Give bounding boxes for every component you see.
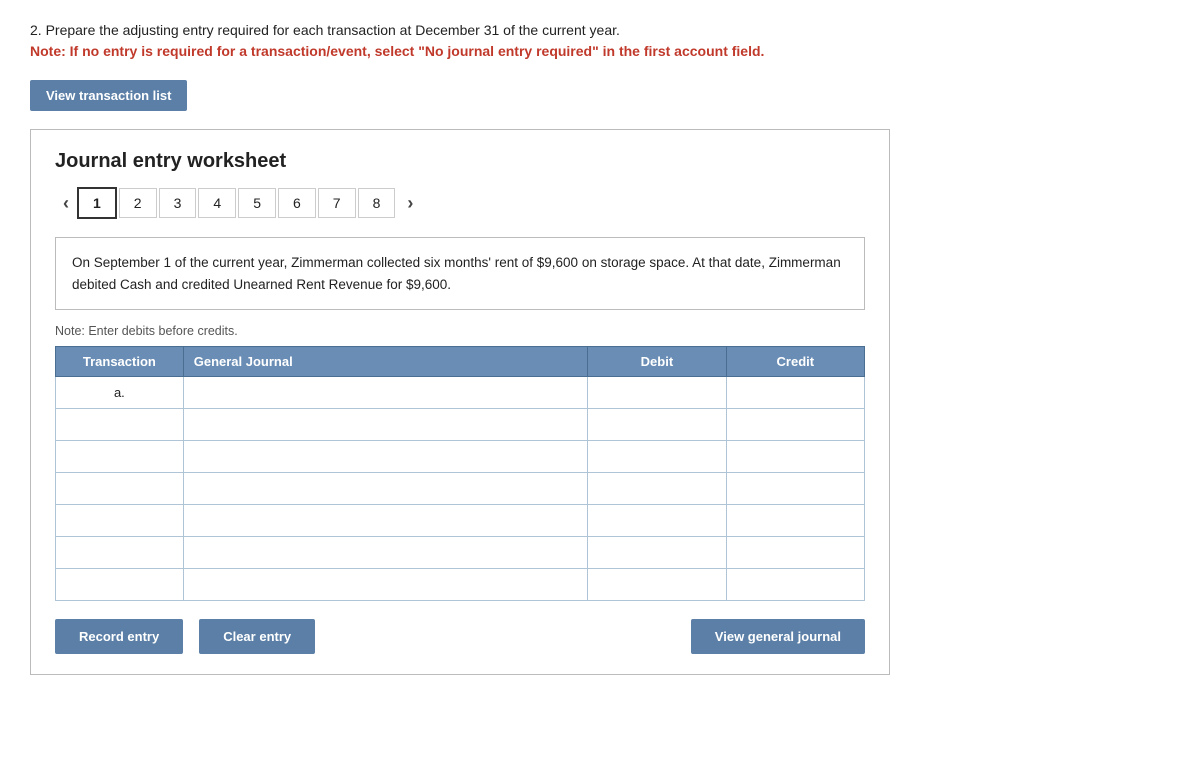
- transaction-label-5: [56, 505, 184, 537]
- clear-entry-button[interactable]: Clear entry: [199, 619, 315, 654]
- table-row: [56, 537, 865, 569]
- table-row: [56, 441, 865, 473]
- credit-input-7[interactable]: [727, 569, 864, 600]
- debit-cell-2[interactable]: [588, 409, 726, 441]
- tab-8[interactable]: 8: [358, 188, 396, 218]
- tab-6[interactable]: 6: [278, 188, 316, 218]
- credit-cell-5[interactable]: [726, 505, 864, 537]
- note-text: Note: Enter debits before credits.: [55, 324, 865, 338]
- credit-cell-2[interactable]: [726, 409, 864, 441]
- tab-5[interactable]: 5: [238, 188, 276, 218]
- table-row: [56, 505, 865, 537]
- instruction-line2: Note: If no entry is required for a tran…: [30, 41, 1170, 62]
- credit-input-5[interactable]: [727, 505, 864, 536]
- debit-input-6[interactable]: [588, 537, 725, 568]
- debit-cell-1[interactable]: [588, 377, 726, 409]
- col-header-debit: Debit: [588, 347, 726, 377]
- journal-table: Transaction General Journal Debit Credit…: [55, 346, 865, 601]
- journal-input-2[interactable]: [184, 409, 588, 440]
- debit-cell-5[interactable]: [588, 505, 726, 537]
- transaction-label-a: a.: [56, 377, 184, 409]
- credit-input-3[interactable]: [727, 441, 864, 472]
- journal-cell-3[interactable]: [183, 441, 588, 473]
- record-entry-button[interactable]: Record entry: [55, 619, 183, 654]
- journal-cell-4[interactable]: [183, 473, 588, 505]
- credit-cell-6[interactable]: [726, 537, 864, 569]
- journal-input-4[interactable]: [184, 473, 588, 504]
- transaction-label-2: [56, 409, 184, 441]
- credit-cell-3[interactable]: [726, 441, 864, 473]
- col-header-credit: Credit: [726, 347, 864, 377]
- journal-input-7[interactable]: [184, 569, 588, 600]
- tab-1[interactable]: 1: [77, 187, 117, 219]
- tab-2[interactable]: 2: [119, 188, 157, 218]
- debit-cell-7[interactable]: [588, 569, 726, 601]
- worksheet-title: Journal entry worksheet: [55, 150, 865, 173]
- worksheet-container: Journal entry worksheet ‹ 1 2 3 4 5 6 7 …: [30, 129, 890, 675]
- credit-cell-7[interactable]: [726, 569, 864, 601]
- credit-input-1[interactable]: [727, 377, 864, 408]
- tab-4[interactable]: 4: [198, 188, 236, 218]
- journal-cell-5[interactable]: [183, 505, 588, 537]
- journal-cell-6[interactable]: [183, 537, 588, 569]
- debit-input-4[interactable]: [588, 473, 725, 504]
- table-row: [56, 473, 865, 505]
- debit-input-3[interactable]: [588, 441, 725, 472]
- transaction-label-4: [56, 473, 184, 505]
- button-row: Record entry Clear entry View general jo…: [55, 619, 865, 654]
- debit-input-2[interactable]: [588, 409, 725, 440]
- debit-cell-4[interactable]: [588, 473, 726, 505]
- tab-prev-arrow[interactable]: ‹: [55, 189, 77, 218]
- credit-input-4[interactable]: [727, 473, 864, 504]
- journal-input-6[interactable]: [184, 537, 588, 568]
- col-header-journal: General Journal: [183, 347, 588, 377]
- credit-cell-4[interactable]: [726, 473, 864, 505]
- col-header-transaction: Transaction: [56, 347, 184, 377]
- debit-input-1[interactable]: [588, 377, 725, 408]
- view-transaction-button[interactable]: View transaction list: [30, 80, 187, 111]
- table-row: a.: [56, 377, 865, 409]
- view-general-journal-button[interactable]: View general journal: [691, 619, 865, 654]
- tab-next-arrow[interactable]: ›: [407, 193, 413, 214]
- journal-cell-2[interactable]: [183, 409, 588, 441]
- transaction-label-6: [56, 537, 184, 569]
- tab-7[interactable]: 7: [318, 188, 356, 218]
- tab-3[interactable]: 3: [159, 188, 197, 218]
- credit-cell-1[interactable]: [726, 377, 864, 409]
- instruction-line1: 2. Prepare the adjusting entry required …: [30, 20, 1170, 41]
- table-row: [56, 569, 865, 601]
- debit-cell-3[interactable]: [588, 441, 726, 473]
- table-row: [56, 409, 865, 441]
- journal-cell-1[interactable]: [183, 377, 588, 409]
- credit-input-6[interactable]: [727, 537, 864, 568]
- tab-navigation: ‹ 1 2 3 4 5 6 7 8 ›: [55, 187, 865, 219]
- debit-input-5[interactable]: [588, 505, 725, 536]
- journal-input-1[interactable]: [184, 377, 588, 408]
- transaction-label-7: [56, 569, 184, 601]
- journal-input-3[interactable]: [184, 441, 588, 472]
- transaction-label-3: [56, 441, 184, 473]
- journal-input-5[interactable]: [184, 505, 588, 536]
- debit-input-7[interactable]: [588, 569, 725, 600]
- transaction-description: On September 1 of the current year, Zimm…: [55, 237, 865, 310]
- credit-input-2[interactable]: [727, 409, 864, 440]
- debit-cell-6[interactable]: [588, 537, 726, 569]
- journal-cell-7[interactable]: [183, 569, 588, 601]
